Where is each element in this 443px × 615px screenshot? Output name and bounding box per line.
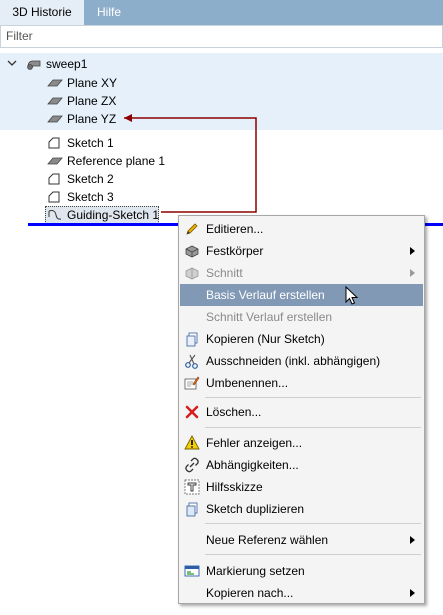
- menu-item-label: Kopieren (Nur Sketch): [206, 332, 325, 346]
- menu-item-label: Schnitt: [206, 266, 243, 280]
- menu-item-label: Ausschneiden (inkl. abhängigen): [206, 354, 381, 368]
- menu-item-label: Hilfsskizze: [206, 480, 263, 494]
- menu-item-label: Kopieren nach...: [206, 586, 294, 600]
- menu-item-editieren[interactable]: Editieren...: [180, 218, 423, 240]
- menu-item-markierung-setzen[interactable]: Markierung setzen: [180, 560, 423, 582]
- submenu-arrow-icon: [410, 247, 415, 255]
- section-icon: [185, 267, 199, 280]
- menu-separator: [205, 523, 421, 524]
- menu-separator: [205, 427, 421, 428]
- warning-icon: [184, 435, 200, 450]
- link-icon: [185, 457, 199, 473]
- delete-icon: [185, 405, 199, 419]
- menu-item-label: Markierung setzen: [206, 564, 305, 578]
- menu-item-label: Festkörper: [206, 244, 264, 258]
- menu-item-kopieren-nur-sketch[interactable]: Kopieren (Nur Sketch): [180, 328, 423, 350]
- menu-item-schnitt[interactable]: Schnitt: [180, 262, 423, 284]
- menu-item-fehler-anzeigen[interactable]: Fehler anzeigen...: [180, 432, 423, 454]
- scissors-icon: [185, 354, 198, 369]
- menu-item-basis-verlauf-erstellen[interactable]: Basis Verlauf erstellen: [180, 284, 423, 306]
- menu-item-label: Neue Referenz wählen: [206, 533, 329, 547]
- menu-item-festkoerper[interactable]: Festkörper: [180, 240, 423, 262]
- menu-item-label: Sketch duplizieren: [206, 502, 305, 516]
- menu-separator: [205, 554, 421, 555]
- menu-item-label: Fehler anzeigen...: [206, 436, 303, 450]
- submenu-arrow-icon: [410, 269, 415, 277]
- duplicate-icon: [186, 502, 198, 517]
- menu-item-neue-referenz-waehlen[interactable]: Neue Referenz wählen: [180, 529, 423, 551]
- marker-icon: [184, 565, 200, 577]
- helper-sketch-icon: [184, 479, 200, 495]
- solid-icon: [185, 245, 199, 258]
- menu-item-kopieren-nach[interactable]: Kopieren nach...: [180, 582, 423, 604]
- menu-item-label: Löschen...: [206, 405, 262, 419]
- menu-item-ausschneiden[interactable]: Ausschneiden (inkl. abhängigen): [180, 350, 423, 372]
- submenu-arrow-icon: [410, 536, 415, 544]
- menu-separator: [205, 397, 421, 398]
- menu-item-loeschen[interactable]: Löschen...: [180, 401, 423, 423]
- menu-item-schnitt-verlauf-erstellen[interactable]: Schnitt Verlauf erstellen: [180, 306, 423, 328]
- menu-item-abhaengigkeiten[interactable]: Abhängigkeiten...: [180, 454, 423, 476]
- submenu-arrow-icon: [410, 589, 415, 597]
- menu-item-label: Schnitt Verlauf erstellen: [206, 310, 333, 324]
- menu-item-label: Editieren...: [206, 222, 264, 236]
- rename-icon: [184, 376, 200, 390]
- pencil-icon: [186, 223, 198, 235]
- menu-item-hilfsskizze[interactable]: Hilfsskizze: [180, 476, 423, 498]
- menu-item-label: Abhängigkeiten...: [206, 458, 299, 472]
- menu-item-sketch-duplizieren[interactable]: Sketch duplizieren: [180, 498, 423, 520]
- copy-icon: [186, 332, 198, 347]
- menu-item-label: Umbenennen...: [206, 376, 289, 390]
- context-menu: Editieren... Festkörper Schnitt Basis Ve…: [178, 215, 425, 604]
- menu-item-label: Basis Verlauf erstellen: [206, 288, 325, 302]
- menu-item-umbenennen[interactable]: Umbenennen...: [180, 372, 423, 394]
- mouse-cursor-icon: [345, 286, 359, 305]
